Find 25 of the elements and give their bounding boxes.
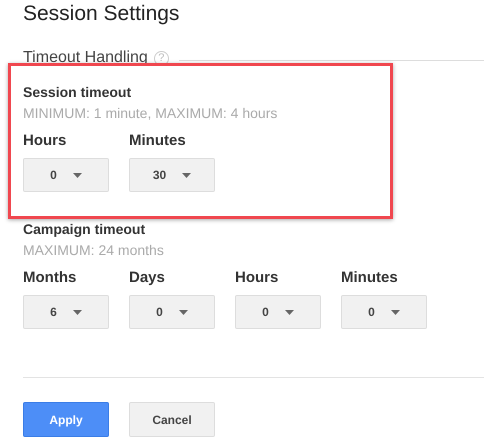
field-label: Minutes (341, 269, 399, 287)
dropdown[interactable]: 0 (235, 295, 321, 329)
cancel-button[interactable]: Cancel (129, 402, 215, 437)
dropdown[interactable]: 30 (129, 158, 215, 192)
range-hint: MINIMUM: 1 minute, MAXIMUM: 4 hours (23, 104, 278, 122)
dropdown[interactable]: 0 (23, 158, 109, 192)
dropdown[interactable]: 6 (23, 295, 109, 329)
field-label: Minutes (129, 132, 187, 150)
caret-icon (72, 172, 82, 178)
section-title: Timeout Handling (23, 49, 148, 67)
field-label: Hours (23, 132, 68, 150)
field-label: Days (129, 269, 166, 287)
caret-icon (72, 310, 82, 314)
caret-icon (284, 310, 294, 314)
caret-icon (390, 310, 400, 314)
page-title: Session Settings (23, 1, 180, 27)
caret-icon (182, 172, 192, 178)
range-hint: MAXIMUM: 24 months (23, 241, 165, 259)
dropdown[interactable]: 0 (129, 295, 215, 329)
group-title: Session timeout (23, 83, 132, 101)
dropdown[interactable]: 0 (341, 295, 427, 329)
field-label: Hours (235, 269, 280, 287)
field-label: Months (23, 269, 78, 287)
caret-icon (178, 310, 188, 314)
group-title: Campaign timeout (23, 220, 146, 238)
